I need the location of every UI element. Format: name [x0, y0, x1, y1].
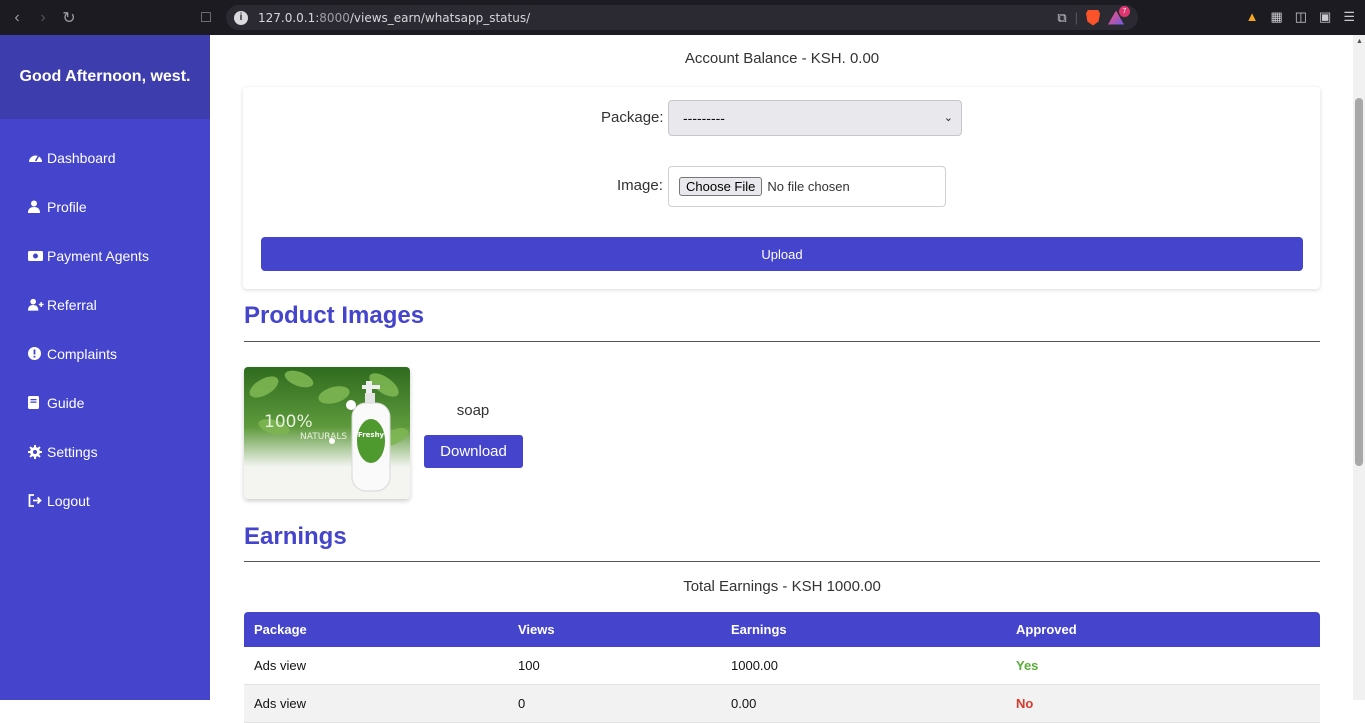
greeting: Good Afternoon, west. — [0, 35, 210, 119]
earnings-title: Earnings — [244, 523, 347, 550]
upload-form: Package: --------- ⌄ Image: Choose File … — [243, 87, 1320, 289]
image-text-top: 100% — [264, 412, 313, 432]
sidebar-item-logout[interactable]: Logout — [0, 476, 210, 525]
product-image: 100% NATURALS Freshy — [244, 367, 410, 499]
money-icon — [28, 250, 44, 262]
column-header: Earnings — [731, 622, 787, 637]
extension-icon[interactable]: ▲ — [1246, 9, 1259, 25]
sidebar-toggle-icon[interactable]: ◫ — [1295, 9, 1307, 25]
cell-views: 100 — [518, 658, 540, 673]
divider — [244, 341, 1320, 342]
product-name: soap — [456, 402, 490, 419]
main-content: Account Balance - KSH. 0.00 Package: ---… — [226, 35, 1338, 723]
file-status-text: No file chosen — [767, 179, 850, 194]
choose-file-button[interactable]: Choose File — [679, 177, 763, 196]
reload-icon[interactable]: ↻ — [56, 5, 82, 31]
column-header: Package — [254, 622, 307, 637]
user-icon — [28, 200, 44, 213]
user-plus-icon — [28, 298, 44, 311]
sidebar-item-label: Referral — [47, 296, 97, 313]
forward-icon[interactable]: › — [30, 5, 56, 31]
sidebar-item-payment-agents[interactable]: Payment Agents — [0, 231, 210, 280]
total-earnings: Total Earnings - KSH 1000.00 — [683, 578, 881, 595]
bookmark-icon[interactable]: □ — [193, 5, 219, 31]
sidebar-menu: Dashboard Profile Payment Agents Referra… — [0, 119, 210, 525]
browser-toolbar: ‹ › ↻ □ i 127.0.0.1:8000/views_earn/what… — [0, 0, 1365, 35]
menu-icon[interactable]: ☰ — [1343, 9, 1355, 25]
site-info-icon[interactable]: i — [234, 10, 248, 25]
share-icon[interactable]: ⧉ — [1057, 10, 1066, 26]
sidebar-item-settings[interactable]: Settings — [0, 427, 210, 476]
sidebar-item-label: Dashboard — [47, 149, 116, 166]
sidebar: Good Afternoon, west. Dashboard Profile … — [0, 35, 210, 700]
puzzle-icon[interactable]: ▦ — [1270, 9, 1282, 25]
column-header: Views — [518, 622, 555, 637]
brave-rewards-icon[interactable]: 7 — [1108, 5, 1130, 25]
exclamation-icon — [28, 347, 44, 360]
chevron-down-icon: ⌄ — [943, 112, 953, 124]
column-header: Approved — [1016, 622, 1077, 637]
package-select[interactable]: --------- ⌄ — [668, 100, 962, 136]
product-images-title: Product Images — [244, 302, 425, 329]
table-header: Package Views Earnings Approved — [244, 612, 1320, 647]
image-text-bottom: NATURALS — [300, 432, 347, 442]
table-row: Ads view 100 1000.00 Yes — [244, 647, 1320, 685]
scroll-up-icon[interactable]: ▲ — [1356, 38, 1363, 45]
cell-package: Ads view — [254, 658, 307, 673]
sidebar-item-label: Settings — [47, 443, 98, 460]
image-label: Image: — [617, 177, 663, 194]
cell-approved: Yes — [1016, 658, 1039, 673]
sidebar-item-guide[interactable]: Guide — [0, 378, 210, 427]
sidebar-item-dashboard[interactable]: Dashboard — [0, 133, 210, 182]
earnings-table: Package Views Earnings Approved Ads view… — [244, 612, 1320, 723]
cell-earnings: 0.00 — [731, 696, 757, 711]
sidebar-item-referral[interactable]: Referral — [0, 280, 210, 329]
logout-icon — [28, 494, 44, 507]
book-icon — [28, 396, 44, 409]
gauge-icon — [28, 151, 44, 164]
brave-shields-icon[interactable] — [1086, 9, 1100, 26]
back-icon[interactable]: ‹ — [4, 5, 30, 31]
rewards-badge: 7 — [1119, 5, 1130, 17]
cell-approved: No — [1016, 696, 1034, 711]
cell-views: 0 — [518, 696, 526, 711]
sidebar-item-label: Guide — [47, 394, 85, 411]
sidebar-item-label: Complaints — [47, 345, 118, 362]
download-button[interactable]: Download — [424, 435, 523, 468]
package-select-value: --------- — [683, 110, 725, 126]
url-text: 127.0.0.1:8000/views_earn/whatsapp_statu… — [258, 10, 531, 25]
sidebar-item-label: Logout — [47, 492, 90, 509]
upload-button[interactable]: Upload — [261, 237, 1303, 271]
sidebar-item-label: Profile — [47, 198, 87, 215]
cell-package: Ads view — [254, 696, 307, 711]
sidebar-item-label: Payment Agents — [47, 247, 149, 264]
image-file-input[interactable]: Choose File No file chosen — [668, 166, 946, 207]
page-scrollbar[interactable]: ▲ — [1353, 35, 1365, 700]
cell-earnings: 1000.00 — [731, 658, 778, 673]
bottle-brand: Freshy — [358, 431, 385, 439]
gear-icon — [28, 444, 44, 459]
table-row: Ads view 0 0.00 No — [244, 685, 1320, 723]
package-label: Package: — [601, 109, 664, 126]
account-balance: Account Balance - KSH. 0.00 — [684, 50, 880, 67]
divider — [244, 561, 1320, 562]
address-bar[interactable]: i 127.0.0.1:8000/views_earn/whatsapp_sta… — [226, 5, 1138, 30]
wallet-icon[interactable]: ▣ — [1319, 9, 1331, 25]
scrollbar-thumb[interactable] — [1355, 98, 1363, 466]
sidebar-item-complaints[interactable]: Complaints — [0, 329, 210, 378]
sidebar-item-profile[interactable]: Profile — [0, 182, 210, 231]
